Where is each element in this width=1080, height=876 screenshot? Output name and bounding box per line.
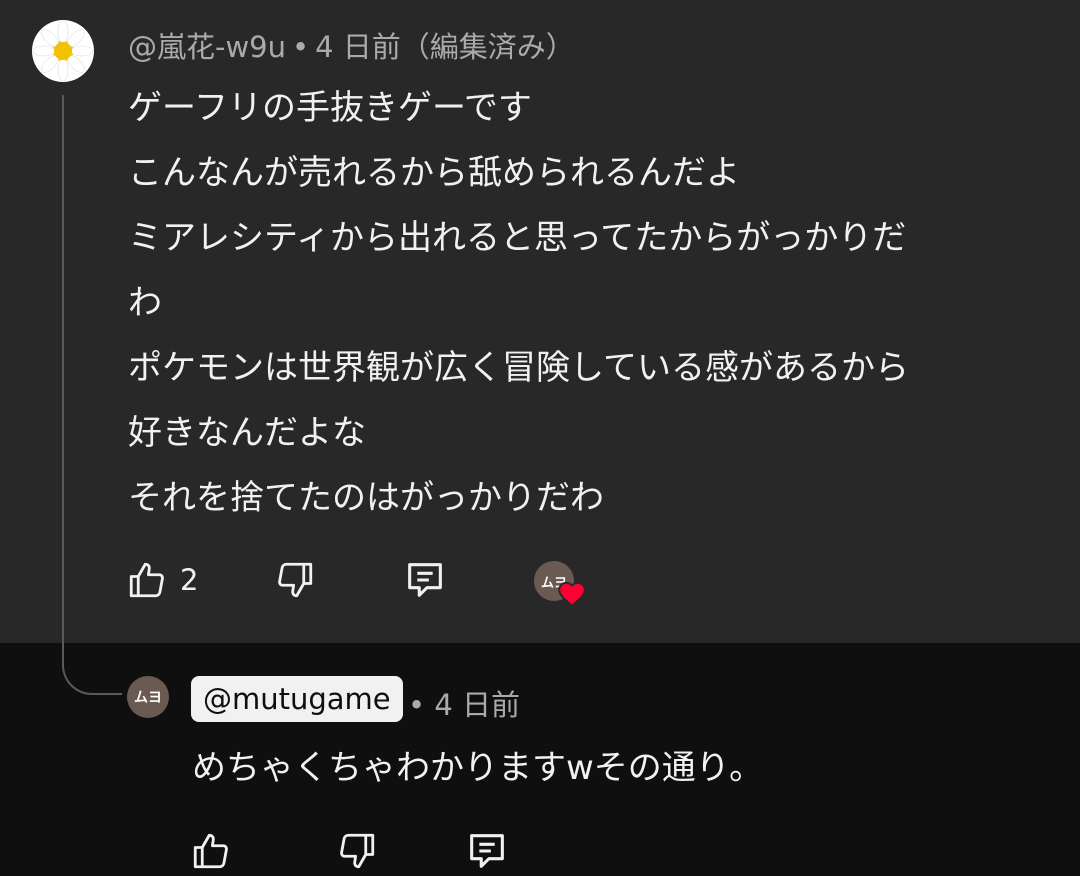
thumbs-up-icon [129,562,164,598]
comment-line: わ [128,283,162,323]
reply-reply-button[interactable] [464,826,510,876]
comment-line: 好きなんだよな [128,413,366,453]
reply-button[interactable] [402,555,448,605]
comment-actions: 2 ムヨ [126,555,826,607]
comment-line: ミアレシティから出れると思ってたからがっかりだ [128,218,907,258]
like-count: 2 [180,563,199,597]
dislike-button[interactable] [274,555,316,605]
comment-line: ゲーフリの手抜きゲーです [128,88,532,128]
heart-icon [558,581,586,607]
comment-line: それを捨てたのはがっかりだわ [128,478,604,518]
meta-separator: • [292,30,310,64]
reply-avatar[interactable]: ムヨ [127,676,169,718]
comment-time[interactable]: 4 日前（編集済み） [315,30,575,64]
comment-icon [408,563,442,597]
thread-connector [62,95,122,695]
like-button[interactable]: 2 [126,555,198,605]
thumbs-down-icon [340,833,375,869]
comment-icon [470,834,504,868]
reply-actions [190,826,590,869]
reply-author-chip[interactable]: @mutugame [191,676,403,722]
avatar[interactable] [32,20,94,82]
meta-separator: • [408,688,426,722]
reply-meta: • 4 日前 [408,682,520,724]
reply-like-button[interactable] [190,826,232,876]
comment-body: ゲーフリの手抜きゲーです こんなんが売れるから舐められるんだよ ミアレシティから… [128,76,1028,531]
creator-heart[interactable]: ムヨ [532,559,588,607]
reply-body: めちゃくちゃわかりますwその通り。 [192,748,764,788]
reply-dislike-button[interactable] [336,826,378,876]
daisy-icon [32,20,94,82]
thumbs-down-icon [278,562,313,598]
comment-line: こんなんが売れるから舐められるんだよ [128,153,740,193]
thumbs-up-icon [193,833,228,869]
comment-card: @嵐花-w9u • 4 日前（編集済み） ゲーフリの手抜きゲーです こんなんが売れる… [0,0,1080,643]
comment-author[interactable]: @嵐花-w9u [128,30,286,64]
comment-meta: @嵐花-w9u • 4 日前（編集済み） [128,24,575,66]
comment-line: ポケモンは世界観が広く冒険している感があるから [128,348,909,388]
reply-time[interactable]: 4 日前 [434,688,520,722]
